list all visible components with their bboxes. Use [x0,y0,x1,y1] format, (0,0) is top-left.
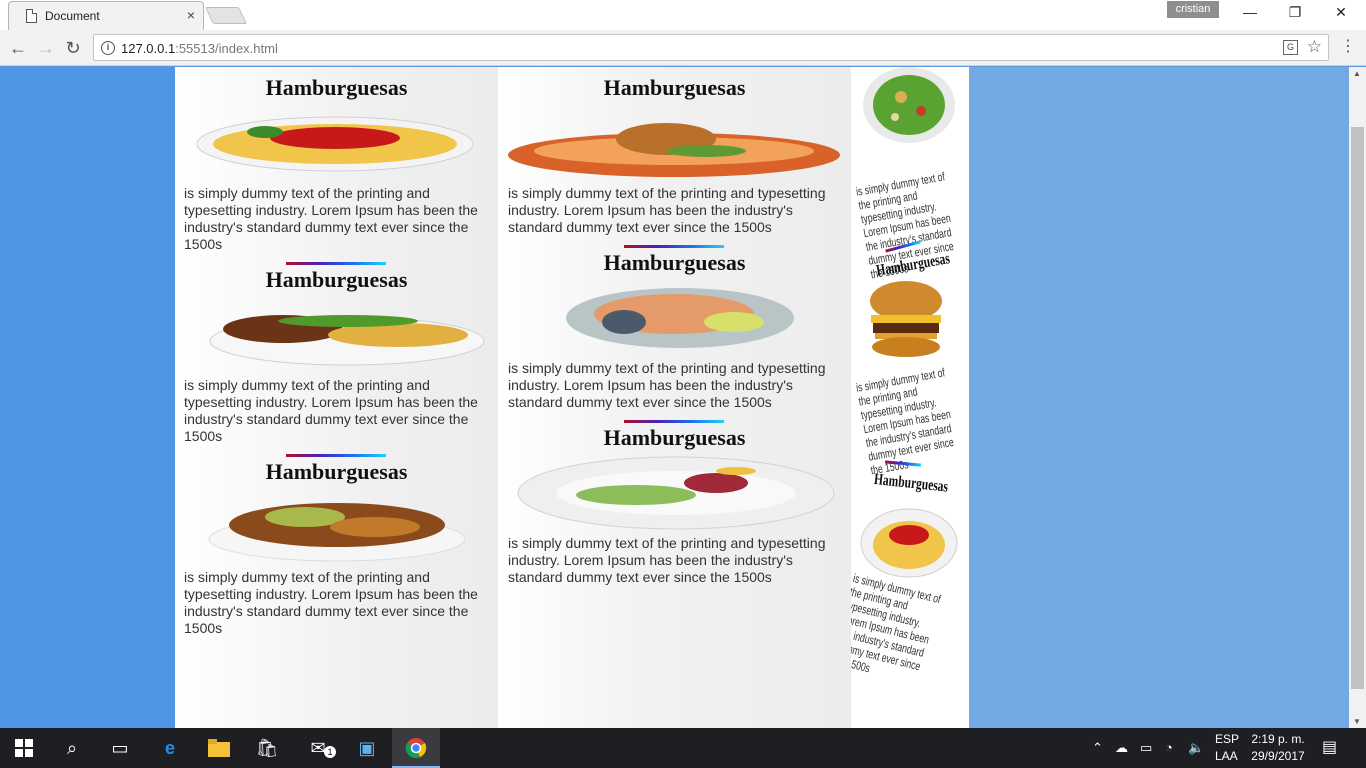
app-icon[interactable]: ▣ [343,728,391,768]
food-card-text: is simply dummy text of the printing and… [508,185,843,236]
bookmark-star-icon[interactable]: ☆ [1307,37,1322,57]
tray-chevron-icon[interactable]: ⌃ [1092,728,1103,768]
forward-button[interactable]: → [35,37,57,59]
start-windows-icon[interactable] [0,728,48,768]
gradient-divider [624,420,724,423]
menu-kebab-icon[interactable]: ⋮ [1340,37,1356,57]
salmon-plate-image [566,288,794,348]
clock-date: 29/9/2017 [1251,749,1305,763]
gradient-divider [286,262,386,265]
food-card: Hamburguesas [498,75,851,101]
page-scrollbar[interactable]: ▲ ▼ [1349,67,1366,728]
card-heading: Hamburguesas [603,75,746,100]
steak-fries-plate-image [209,315,485,366]
browser-toolbar: ← → ↻ i 127.0.0.1:55513/index.html G ☆ ⋮ [0,30,1366,66]
document-icon [26,9,37,23]
card-description: is simply dummy text of the printing and… [851,571,943,676]
cloud-icon[interactable]: ☁ [1115,728,1128,768]
minimize-button[interactable]: — [1227,4,1273,24]
new-tab-button[interactable] [205,7,247,24]
stir-fry-plate-image [208,503,466,562]
roast-chicken-plate-image [508,123,840,177]
volume-icon[interactable]: 🔈 [1188,728,1204,768]
language-indicator[interactable]: ESP LAA [1215,732,1240,768]
card-heading: Hamburguesas [265,459,408,484]
gradient-divider [286,454,386,457]
page-viewport: Hamburguesas is simply dummy text of the… [0,67,1349,728]
card-description: is simply dummy text of the printing and… [508,360,826,410]
tab-document[interactable]: Document × [8,1,204,30]
scroll-down-icon[interactable]: ▼ [1353,717,1361,726]
card-heading: Hamburguesas [603,425,746,450]
skewed-card: is simply dummy text of the printing and… [851,571,953,690]
card-heading: Hamburguesas [873,471,949,496]
spaghetti-plate-image [196,116,474,172]
spaghetti-small-image [860,508,958,578]
salad-bowl-image [863,67,955,143]
reload-button[interactable]: ↻ [62,37,84,59]
address-bar[interactable]: i 127.0.0.1:55513/index.html G ☆ [93,34,1329,61]
food-card: Hamburguesas [175,267,498,293]
wifi-icon[interactable]: ◔ [1165,728,1173,768]
food-card-text: is simply dummy text of the printing and… [508,360,843,411]
chrome-icon[interactable] [392,728,440,768]
restore-button[interactable]: ❐ [1272,4,1318,24]
file-explorer-icon[interactable] [195,728,243,768]
tab-strip: Document × cristian — ❐ ✕ [0,0,1366,30]
content-column-1: Hamburguesas is simply dummy text of the… [175,67,498,728]
windows-taskbar: ⌕ ▭ e 🛍 ✉ 1 ▣ ⌃ ☁ ▭ ◔ 🔈 ESP LAA 2:19 p. m… [0,728,1366,768]
edge-browser-icon[interactable]: e [146,728,194,768]
notifications-icon[interactable]: ▤ [1322,728,1337,768]
tab-title: Document [45,9,100,23]
translate-icon[interactable]: G [1283,40,1298,55]
food-card-text: is simply dummy text of the printing and… [184,569,484,637]
info-icon[interactable]: i [101,41,115,55]
url-path: :55513/index.html [175,41,278,56]
gourmet-plate-image [517,456,835,530]
food-card: Hamburguesas [498,425,851,451]
language-code: ESP [1215,732,1240,746]
content-column-3: is simply dummy text of the printing and… [851,67,969,728]
mail-badge: 1 [324,746,336,758]
skewed-card: Hamburguesas [873,471,949,497]
card-description: is simply dummy text of the printing and… [184,377,478,444]
battery-icon[interactable]: ▭ [1140,728,1152,768]
scroll-up-icon[interactable]: ▲ [1353,69,1361,78]
card-description: is simply dummy text of the printing and… [184,185,478,252]
card-heading: Hamburguesas [603,250,746,275]
card-description: is simply dummy text of the printing and… [184,569,478,636]
search-icon[interactable]: ⌕ [48,728,96,768]
profile-badge[interactable]: cristian [1167,1,1219,18]
url-text[interactable]: 127.0.0.1:55513/index.html [121,41,278,56]
language-layout: LAA [1215,749,1238,763]
clock[interactable]: 2:19 p. m. 29/9/2017 [1248,732,1308,768]
task-view-icon[interactable]: ▭ [96,728,144,768]
food-card-text: is simply dummy text of the printing and… [508,535,843,586]
card-heading: Hamburguesas [265,267,408,292]
url-host: 127.0.0.1 [121,41,176,56]
card-description: is simply dummy text of the printing and… [855,365,955,478]
card-description: is simply dummy text of the printing and… [508,535,826,585]
food-card-text: is simply dummy text of the printing and… [184,377,484,445]
clock-time: 2:19 p. m. [1251,732,1305,746]
food-card: Hamburguesas [498,250,851,276]
food-card: Hamburguesas [175,75,498,101]
food-card-text: is simply dummy text of the printing and… [184,185,484,253]
burger-image [870,281,942,357]
tab-close-button[interactable]: × [187,7,195,23]
back-button[interactable]: ← [7,37,29,59]
card-description: is simply dummy text of the printing and… [508,185,826,235]
card-heading: Hamburguesas [265,75,408,100]
content-column-2: Hamburguesas is simply dummy text of the… [498,67,851,728]
mail-icon[interactable]: ✉ 1 [294,728,342,768]
food-card: Hamburguesas [175,459,498,485]
store-icon[interactable]: 🛍 [243,728,291,768]
gradient-divider [624,245,724,248]
close-window-button[interactable]: ✕ [1318,4,1364,24]
scroll-thumb[interactable] [1351,127,1364,689]
skewed-card: is simply dummy text of the printing and… [855,363,969,477]
